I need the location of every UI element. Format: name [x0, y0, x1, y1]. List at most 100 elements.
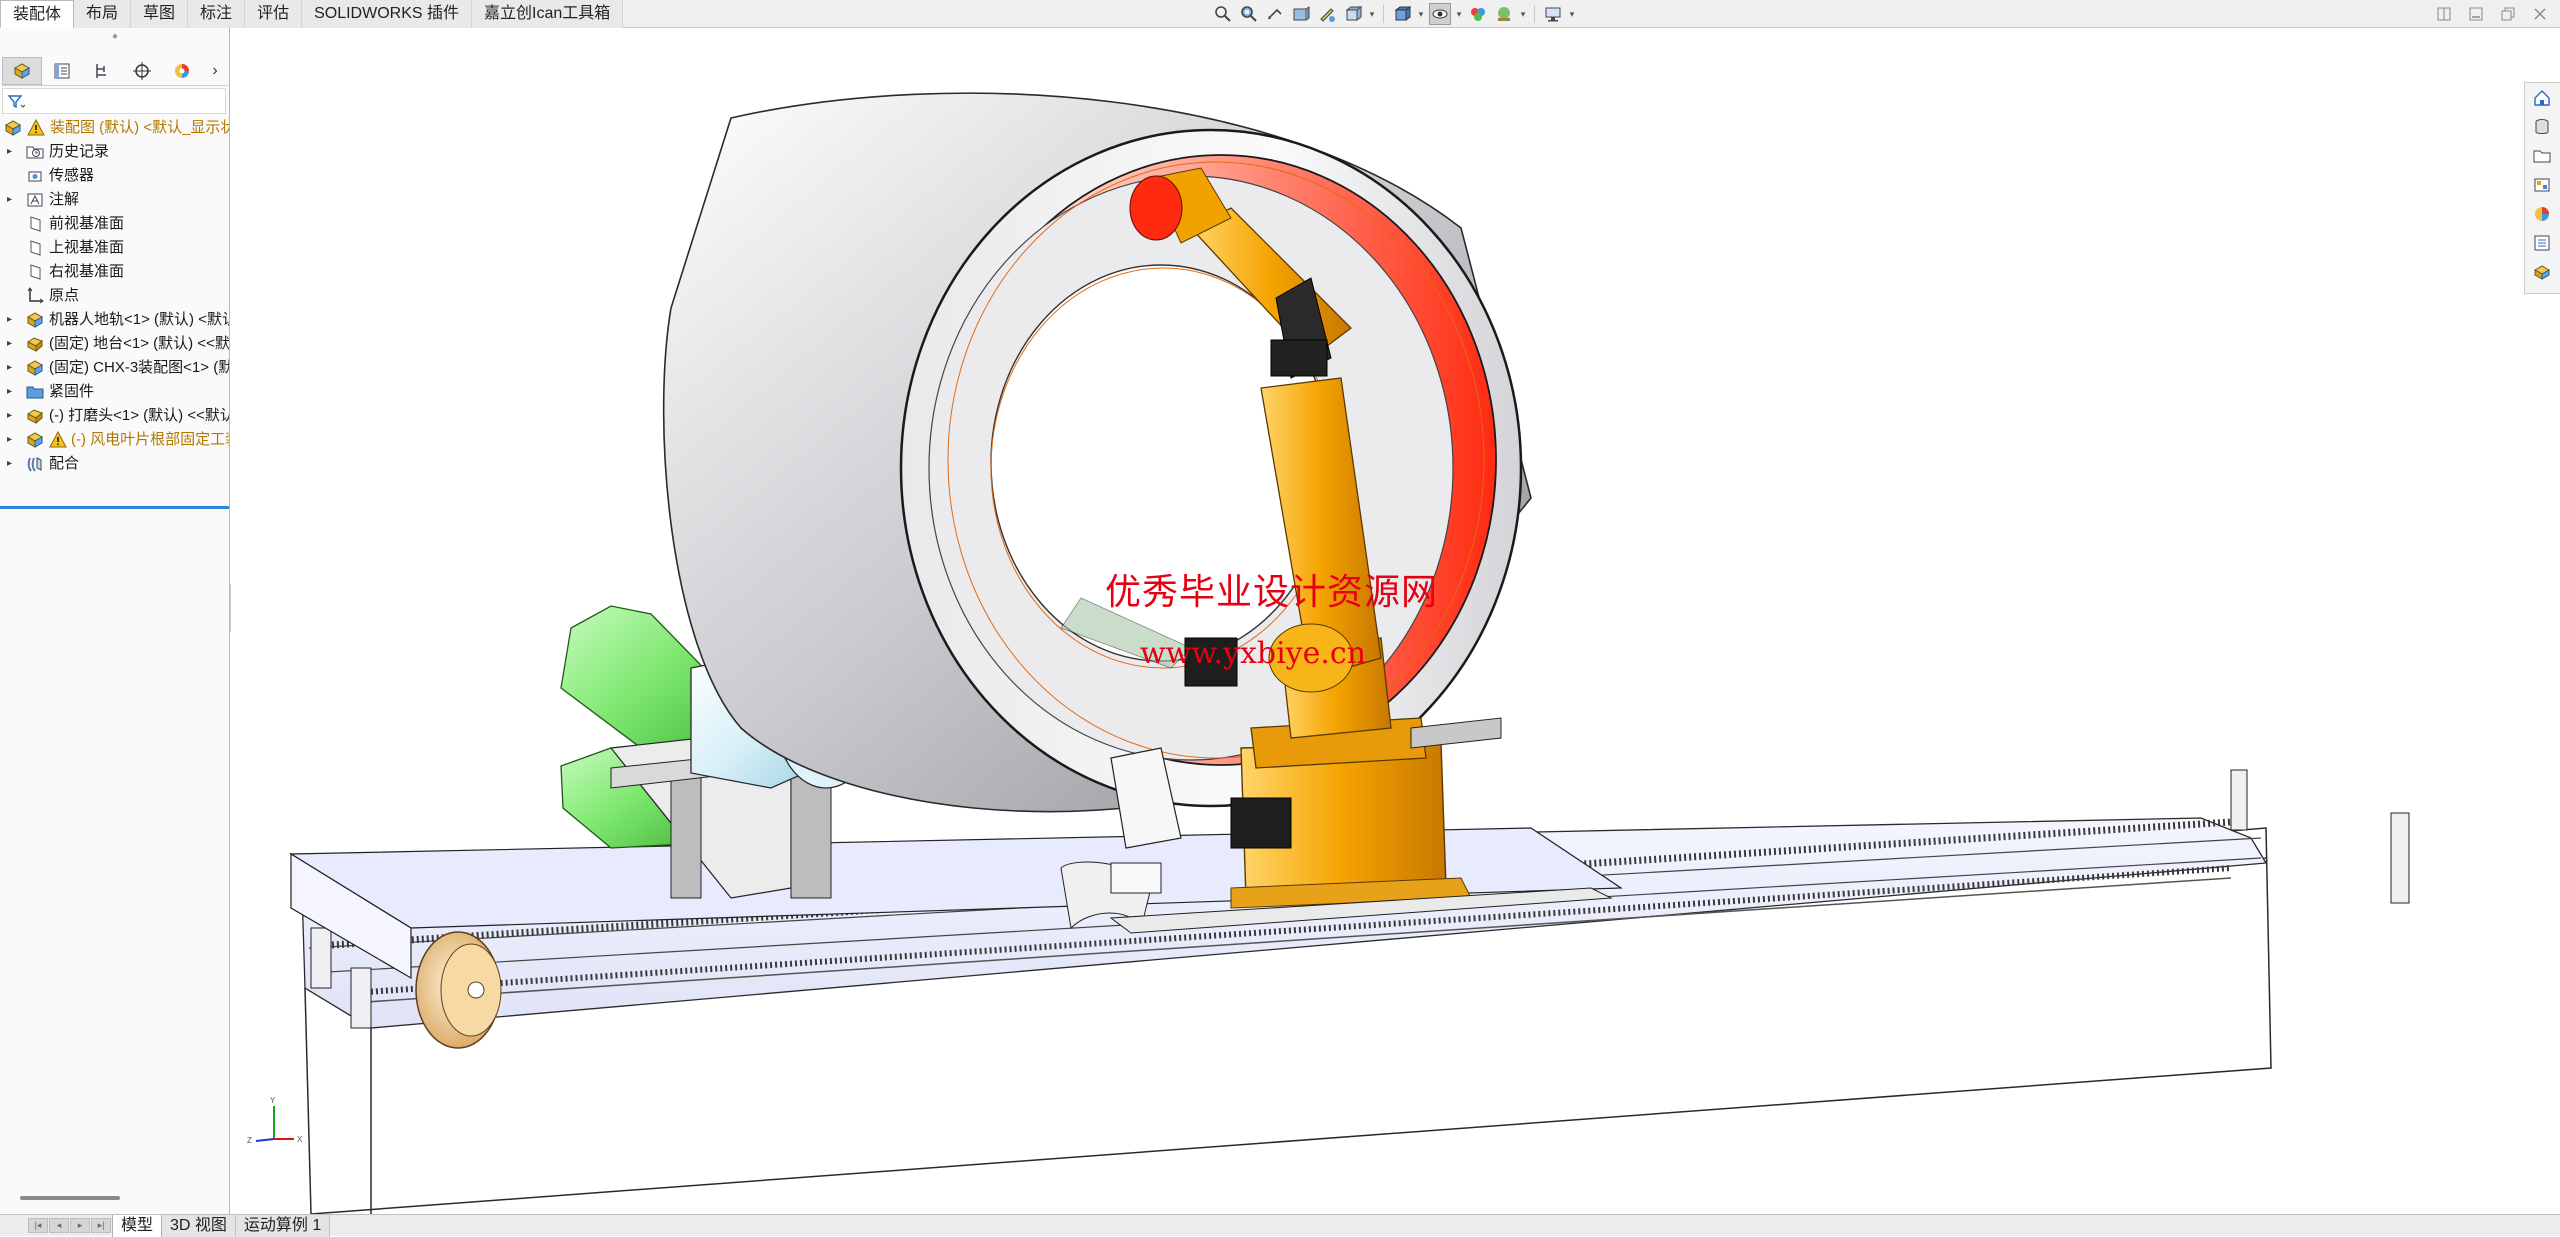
- origin-icon: [26, 287, 44, 305]
- chevron-right-icon[interactable]: ›: [202, 57, 228, 85]
- expand-arrow-icon[interactable]: ▸: [7, 356, 17, 380]
- warning-icon: [49, 430, 67, 449]
- command-tab[interactable]: 嘉立创Ican工具箱: [472, 0, 624, 28]
- edit-appearance-icon[interactable]: [1467, 3, 1489, 25]
- plane-icon: [26, 215, 44, 233]
- restore-icon[interactable]: [2498, 4, 2518, 24]
- zoom-to-area-icon[interactable]: [1238, 3, 1260, 25]
- tree-item[interactable]: ▸ (-) 打磨头<1> (默认) <<默认>_显示状态 1>: [0, 404, 229, 428]
- tree-item[interactable]: 上视基准面: [0, 236, 229, 260]
- command-tab[interactable]: SOLIDWORKS 插件: [302, 0, 472, 28]
- zoom-to-fit-icon[interactable]: [1212, 3, 1234, 25]
- tree-item[interactable]: 右视基准面: [0, 260, 229, 284]
- expand-arrow-icon[interactable]: ▸: [7, 308, 17, 332]
- tree-item[interactable]: ▸ (固定) 地台<1> (默认) <<默认>_显示状态 1>: [0, 332, 229, 356]
- tree-item[interactable]: 原点: [0, 284, 229, 308]
- feature-tree: 装配图 (默认) <默认_显示状态-1> ▸ 历史记录传感器 ▸ 注解前视基准面上视基…: [0, 116, 229, 476]
- filter-icon: [7, 95, 25, 109]
- display-style-icon[interactable]: [1391, 3, 1413, 25]
- expand-arrow-icon[interactable]: ▸: [7, 428, 17, 452]
- file-explorer-icon[interactable]: [2525, 141, 2559, 170]
- dynamic-annotation-icon[interactable]: [1316, 3, 1338, 25]
- tree-item[interactable]: 前视基准面: [0, 212, 229, 236]
- history-folder-icon: [26, 143, 44, 161]
- tree-item-label: 机器人地轨<1> (默认) <默认_显示状态-1>: [49, 311, 229, 328]
- expand-arrow-icon[interactable]: ▸: [7, 140, 17, 164]
- mates-icon: [26, 455, 44, 473]
- tree-item-label: 传感器: [49, 167, 95, 184]
- configurationmanager-icon[interactable]: [82, 57, 122, 85]
- hide-show-dropdown-icon[interactable]: ▾: [1455, 9, 1463, 20]
- custom-properties-icon[interactable]: [2525, 228, 2559, 257]
- tree-item[interactable]: ▸ 紧固件: [0, 380, 229, 404]
- tree-root-assembly[interactable]: 装配图 (默认) <默认_显示状态-1>: [0, 116, 229, 140]
- command-tab[interactable]: 标注: [188, 0, 246, 28]
- tree-item[interactable]: ▸ 配合: [0, 452, 229, 476]
- view-orientation-dropdown-icon[interactable]: ▾: [1368, 9, 1376, 20]
- triad-z-label: Z: [247, 1136, 252, 1145]
- solidworks-resources-icon[interactable]: [2525, 257, 2559, 286]
- model-tab[interactable]: 模型: [112, 1215, 163, 1237]
- propertymanager-icon[interactable]: [42, 57, 82, 85]
- view-orientation-icon[interactable]: [1342, 3, 1364, 25]
- tree-item[interactable]: ▸ (固定) CHX-3装配图<1> (默认) <默认_显示状态-1>: [0, 356, 229, 380]
- section-view-icon[interactable]: [1290, 3, 1312, 25]
- next-tab-icon[interactable]: ▸: [70, 1218, 90, 1233]
- plane-icon: [26, 263, 44, 281]
- view-settings-icon[interactable]: [1542, 3, 1564, 25]
- tree-item[interactable]: 传感器: [0, 164, 229, 188]
- minimize-icon[interactable]: [2466, 4, 2486, 24]
- home-icon[interactable]: [2525, 83, 2559, 112]
- expand-arrow-icon[interactable]: ▸: [7, 188, 17, 212]
- design-library-icon[interactable]: [2525, 112, 2559, 141]
- panel-splitter-grip[interactable]: ⦁: [0, 30, 230, 46]
- tree-item-label: 注解: [49, 191, 80, 208]
- tree-item-label: 右视基准面: [49, 263, 125, 280]
- tree-item[interactable]: ▸ (-) 风电叶片根部固定工装<1>: [0, 428, 229, 452]
- expand-arrow-icon[interactable]: ▸: [7, 332, 17, 356]
- last-tab-icon[interactable]: ▸|: [91, 1218, 111, 1233]
- model-tab[interactable]: 运动算例 1: [235, 1215, 331, 1237]
- prev-tab-icon[interactable]: ◂: [49, 1218, 69, 1233]
- dimxpert-icon[interactable]: [122, 57, 162, 85]
- sensor-icon: [26, 167, 44, 185]
- tree-item[interactable]: ▸ 历史记录: [0, 140, 229, 164]
- view-palette-icon[interactable]: [2525, 170, 2559, 199]
- tree-item-label: 原点: [49, 287, 80, 304]
- horizontal-scrollbar[interactable]: [20, 1196, 120, 1200]
- expand-arrow-icon[interactable]: ▸: [7, 380, 17, 404]
- command-tab[interactable]: 布局: [74, 0, 132, 28]
- tree-item[interactable]: ▸ 注解: [0, 188, 229, 212]
- displaymanager-icon[interactable]: [162, 57, 202, 85]
- watermark-title: 优秀毕业设计资源网: [1105, 572, 1439, 613]
- appearances-icon[interactable]: [2525, 199, 2559, 228]
- tree-item-label: 配合: [49, 455, 80, 472]
- first-tab-icon[interactable]: |◂: [28, 1218, 48, 1233]
- close-icon[interactable]: [2530, 4, 2550, 24]
- model-tab[interactable]: 3D 视图: [162, 1215, 236, 1237]
- tree-filter[interactable]: [2, 88, 226, 114]
- graphics-area[interactable]: 优秀毕业设计资源网 www.yxbiye.cn Y X Z: [231, 28, 2520, 1214]
- tree-item-label: (-) 风电叶片根部固定工装<1>: [71, 431, 229, 448]
- watermark-url: www.yxbiye.cn: [1140, 636, 1367, 671]
- apply-scene-icon[interactable]: [1493, 3, 1515, 25]
- view-settings-dropdown-icon[interactable]: ▾: [1568, 9, 1576, 20]
- expand-arrow-icon[interactable]: ▸: [7, 404, 17, 428]
- hide-show-icon[interactable]: [1429, 3, 1451, 25]
- apply-scene-dropdown-icon[interactable]: ▾: [1519, 9, 1527, 20]
- tree-item-label: (-) 打磨头<1> (默认) <<默认>_显示状态 1>: [49, 407, 229, 424]
- tab-scroll-buttons: |◂ ◂ ▸ ▸|: [28, 1218, 111, 1233]
- tree-item-label: 上视基准面: [49, 239, 125, 256]
- tree-item[interactable]: ▸ 机器人地轨<1> (默认) <默认_显示状态-1>: [0, 308, 229, 332]
- display-style-dropdown-icon[interactable]: ▾: [1417, 9, 1425, 20]
- rollback-bar[interactable]: [0, 506, 229, 509]
- featuremanager-icon[interactable]: [2, 56, 42, 85]
- command-tab[interactable]: 草图: [131, 0, 189, 28]
- command-tab[interactable]: 装配体: [0, 0, 75, 28]
- command-tab[interactable]: 评估: [245, 0, 303, 28]
- document-window-controls: [2434, 4, 2550, 24]
- expand-arrow-icon[interactable]: ▸: [7, 452, 17, 476]
- tree-items: ▸ 历史记录传感器 ▸ 注解前视基准面上视基准面右视基准面原点 ▸ 机器人地轨<1> (默…: [0, 140, 229, 476]
- previous-view-icon[interactable]: [1264, 3, 1286, 25]
- tile-icon[interactable]: [2434, 4, 2454, 24]
